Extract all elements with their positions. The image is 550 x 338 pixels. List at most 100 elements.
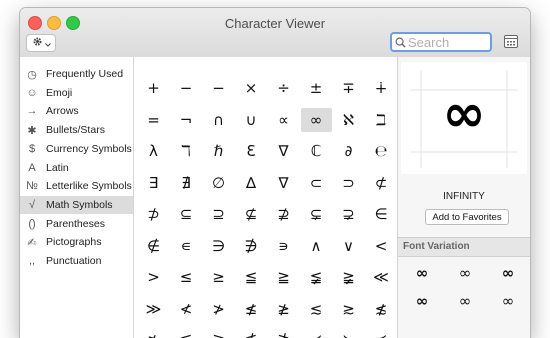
character-cell[interactable]: ⊈ — [236, 202, 267, 226]
font-variation-cell[interactable]: ∞ — [445, 291, 485, 311]
character-cell[interactable]: ≱ — [268, 297, 299, 321]
font-variation-cell[interactable]: ∞ — [445, 263, 485, 283]
character-cell[interactable]: ¬ — [171, 108, 202, 132]
sidebar-item-pictographs[interactable]: ✍ Pictographs — [20, 233, 133, 251]
character-cell[interactable]: ≴ — [366, 297, 397, 321]
character-cell[interactable]: λ — [138, 139, 169, 163]
character-cell[interactable]: ≪ — [366, 265, 397, 289]
character-cell[interactable]: ∧ — [301, 234, 332, 258]
character-cell[interactable]: ℂ — [301, 139, 332, 163]
character-cell[interactable]: ⊃ — [333, 171, 364, 195]
character-cell[interactable]: ∉ — [138, 234, 169, 258]
sidebar-item-label: Currency Symbols — [46, 142, 132, 155]
character-cell[interactable]: ∃ — [138, 171, 169, 195]
character-cell[interactable]: ≹ — [268, 328, 299, 338]
character-cell[interactable]: ∞ — [300, 107, 332, 132]
character-cell[interactable]: ∨ — [333, 234, 364, 258]
character-cell[interactable]: ≫ — [138, 297, 169, 321]
character-cell[interactable]: ⊂ — [301, 171, 332, 195]
character-cell[interactable]: + — [138, 76, 169, 100]
character-cell[interactable]: ∌ — [236, 234, 267, 258]
sidebar-item-letterlike-symbols[interactable]: № Letterlike Symbols — [20, 177, 133, 195]
character-cell[interactable]: > — [138, 265, 169, 289]
character-cell[interactable]: ℵ — [333, 108, 364, 132]
character-cell[interactable]: ℶ — [366, 108, 397, 132]
character-cell[interactable]: ∩ — [203, 108, 234, 132]
character-cell[interactable]: − — [171, 76, 202, 100]
character-cell[interactable]: ℏ — [203, 139, 234, 163]
character-cell[interactable]: ℮ — [366, 139, 397, 163]
character-cell[interactable]: ⊉ — [268, 202, 299, 226]
character-cell[interactable]: ⊅ — [138, 202, 169, 226]
character-cell[interactable]: ⊆ — [171, 202, 202, 226]
character-cell[interactable]: ≥ — [203, 265, 234, 289]
character-cell[interactable]: ≸ — [236, 328, 267, 338]
sidebar-item-parentheses[interactable]: () Parentheses — [20, 215, 133, 233]
character-cell[interactable]: ∈ — [366, 202, 397, 226]
character-cell[interactable]: ∄ — [171, 171, 202, 195]
character-cell[interactable]: ± — [301, 76, 332, 100]
sidebar-item-frequently-used[interactable]: ◷ Frequently Used — [20, 65, 133, 83]
character-cell[interactable]: × — [236, 76, 267, 100]
character-cell[interactable]: ∪ — [236, 108, 267, 132]
gear-icon — [32, 34, 43, 52]
sidebar-item-label: Letterlike Symbols — [46, 180, 132, 193]
character-cell[interactable]: ⊋ — [333, 202, 364, 226]
character-cell[interactable]: ≩ — [333, 265, 364, 289]
sidebar-item-math-symbols[interactable]: √ Math Symbols — [20, 195, 133, 214]
character-cell[interactable]: ∊ — [171, 234, 202, 258]
character-cell[interactable]: ≮ — [171, 297, 202, 321]
sidebar-item-punctuation[interactable]: ,, Punctuation — [20, 252, 133, 270]
character-cell[interactable]: ≷ — [203, 328, 234, 338]
character-cell[interactable]: ∅ — [203, 171, 234, 195]
sidebar-item-latin[interactable]: A Latin — [20, 159, 133, 177]
character-cell[interactable]: ⊊ — [301, 202, 332, 226]
character-cell[interactable]: ≨ — [301, 265, 332, 289]
character-cell[interactable]: Ɛ — [236, 139, 267, 163]
character-cell[interactable]: ∇ — [268, 139, 299, 163]
character-cell[interactable]: ⊇ — [203, 202, 234, 226]
character-cell[interactable]: ≵ — [138, 328, 169, 338]
search-input[interactable] — [406, 34, 486, 50]
character-cell[interactable]: ÷ — [268, 76, 299, 100]
font-variation-cell[interactable]: ∞ — [488, 263, 528, 283]
character-cell[interactable]: ∂ — [333, 139, 364, 163]
preview-glyph: ∞ — [442, 84, 486, 144]
smiley-icon: ☺ — [26, 86, 38, 99]
character-cell[interactable]: ∝ — [268, 108, 299, 132]
character-cell[interactable]: ≶ — [171, 328, 202, 338]
character-cell[interactable]: ∓ — [333, 76, 364, 100]
character-cell[interactable]: ∇ — [268, 171, 299, 195]
character-cell[interactable]: ≧ — [268, 265, 299, 289]
sidebar-item-arrows[interactable]: → Arrows — [20, 102, 133, 120]
character-cell[interactable]: ≰ — [236, 297, 267, 321]
character-cell[interactable]: ∋ — [203, 234, 234, 258]
add-to-favorites-button[interactable]: Add to Favorites — [425, 209, 509, 225]
character-cell[interactable]: ≻ — [333, 328, 364, 338]
character-cell[interactable]: = — [138, 108, 169, 132]
character-cell[interactable]: ≼ — [366, 328, 397, 338]
character-cell[interactable]: ∍ — [268, 234, 299, 258]
character-cell[interactable]: ≦ — [236, 265, 267, 289]
sidebar-item-currency-symbols[interactable]: $ Currency Symbols — [20, 140, 133, 158]
sidebar-item-bullets-stars[interactable]: ✱ Bullets/Stars — [20, 121, 133, 139]
character-cell[interactable]: ∔ — [366, 76, 397, 100]
character-cell[interactable]: ≤ — [171, 265, 202, 289]
character-cell[interactable]: ≯ — [203, 297, 234, 321]
character-cell[interactable]: ≳ — [333, 297, 364, 321]
character-cell[interactable]: ≺ — [301, 328, 332, 338]
character-cell[interactable]: − — [203, 76, 234, 100]
action-menu-button[interactable] — [26, 34, 56, 52]
character-cell[interactable]: < — [366, 234, 397, 258]
sidebar-item-label: Math Symbols — [46, 198, 113, 211]
font-variation-cell[interactable]: ∞ — [402, 291, 442, 311]
font-variation-cell[interactable]: ∞ — [402, 263, 442, 283]
character-cell[interactable]: ℸ — [171, 139, 202, 163]
font-variation-cell[interactable]: ∞ — [488, 291, 528, 311]
search-field[interactable] — [390, 32, 492, 52]
character-cell[interactable]: ⊄ — [366, 171, 397, 195]
character-cell[interactable]: ∆ — [236, 171, 267, 195]
grid-view-icon[interactable] — [504, 35, 518, 48]
character-cell[interactable]: ≲ — [301, 297, 332, 321]
sidebar-item-emoji[interactable]: ☺ Emoji — [20, 84, 133, 102]
